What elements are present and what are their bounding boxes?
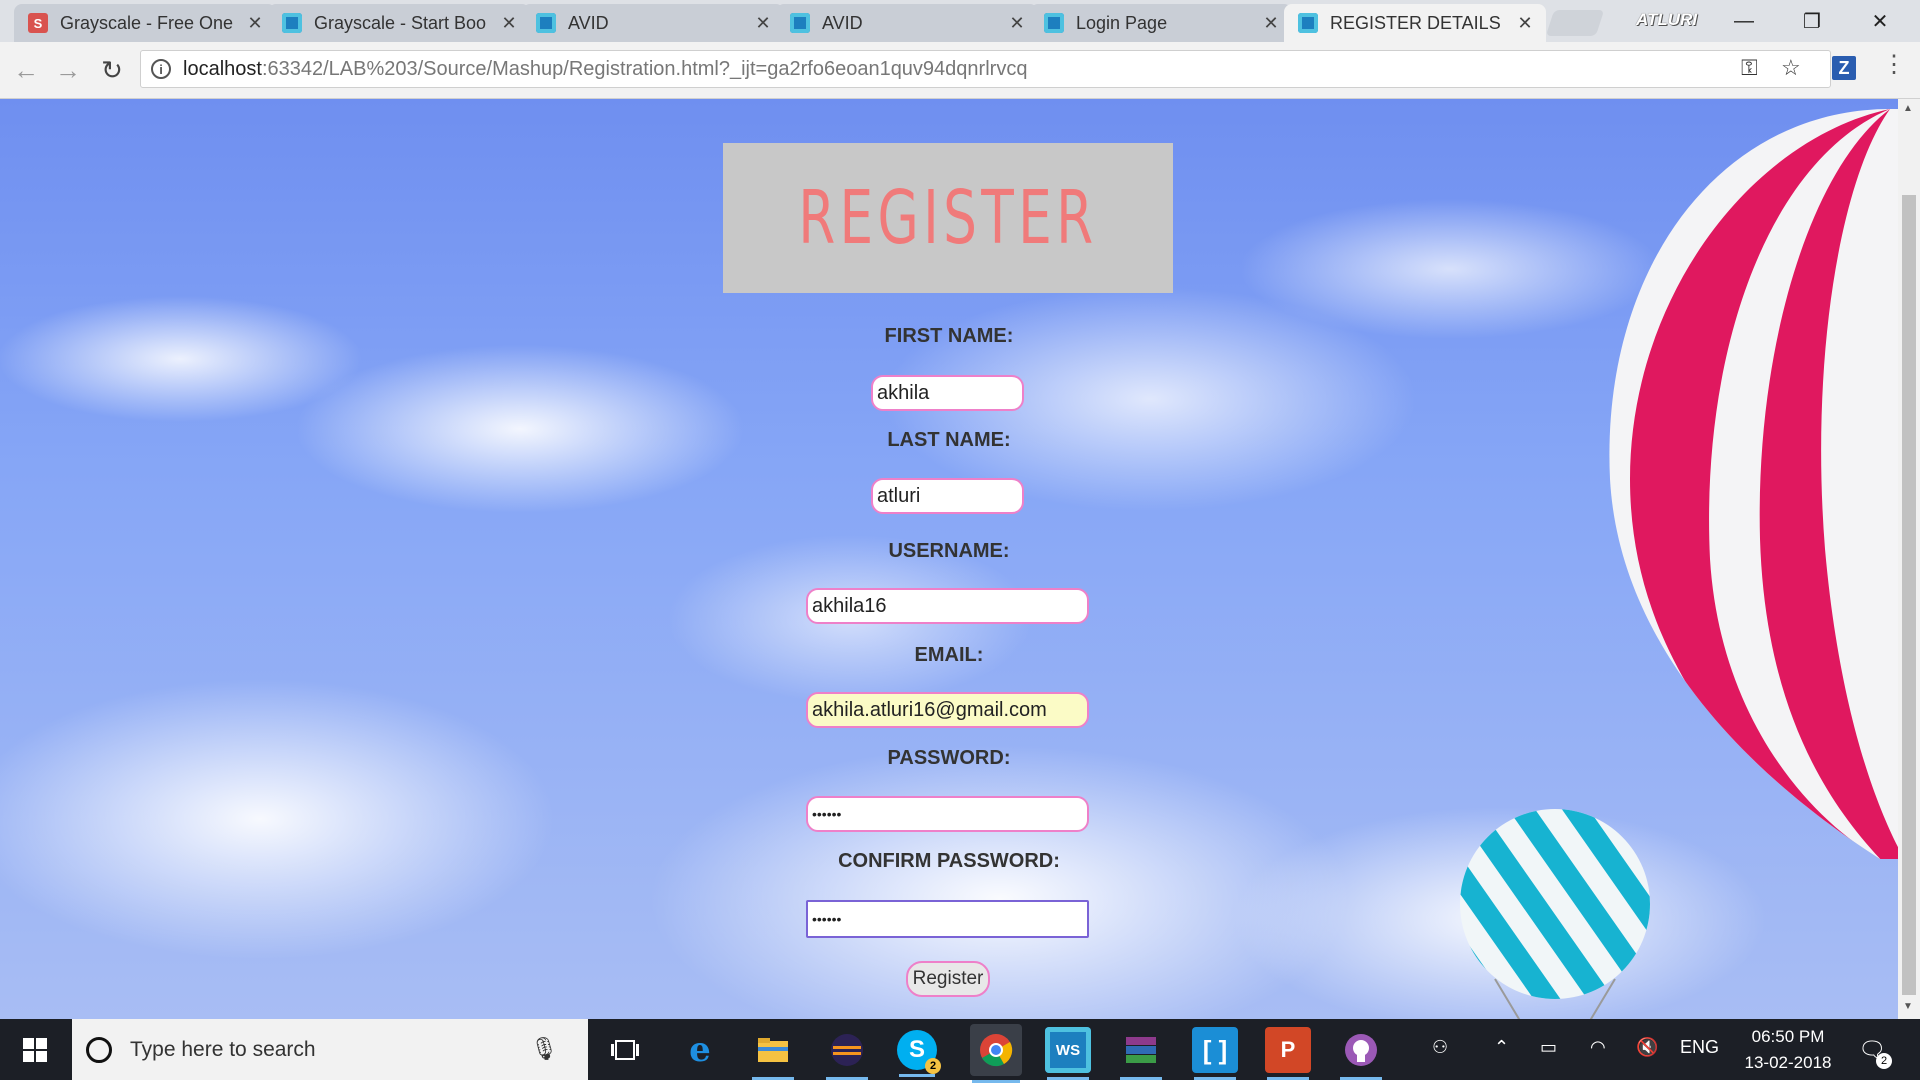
tab-login-page[interactable]: Login Page ✕ bbox=[1030, 4, 1292, 42]
password-field[interactable]: •••••• bbox=[806, 796, 1089, 832]
confirm-password-field[interactable]: •••••• bbox=[806, 900, 1089, 938]
username-field[interactable]: akhila16 bbox=[806, 588, 1089, 624]
edge-icon[interactable]: e bbox=[677, 1027, 723, 1073]
tab-avid-1[interactable]: AVID ✕ bbox=[522, 4, 784, 42]
search-placeholder: Type here to search bbox=[130, 1037, 316, 1061]
webstorm-favicon-icon bbox=[1298, 13, 1318, 33]
chrome-icon[interactable] bbox=[970, 1024, 1022, 1083]
tab-grayscale-start[interactable]: Grayscale - Start Boo ✕ bbox=[268, 4, 530, 42]
tab-title: Login Page bbox=[1076, 12, 1168, 33]
webstorm-favicon-icon bbox=[536, 13, 556, 33]
back-arrow-icon[interactable]: ← bbox=[8, 52, 44, 88]
notification-count: 2 bbox=[1876, 1053, 1892, 1069]
clock-time[interactable]: 06:50 PM bbox=[1743, 1027, 1833, 1047]
small-balloon-image bbox=[1460, 809, 1650, 1019]
clock-date[interactable]: 13-02-2018 bbox=[1738, 1053, 1838, 1073]
tab-title: Grayscale - Free One bbox=[60, 12, 234, 33]
page-title: REGISTER bbox=[798, 175, 1098, 261]
star-icon[interactable]: ☆ bbox=[1781, 55, 1801, 81]
browser-tab-strip: S Grayscale - Free One ✕ Grayscale - Sta… bbox=[0, 0, 1920, 42]
microphone-icon[interactable]: 🎙 bbox=[530, 1036, 558, 1062]
task-view-icon[interactable] bbox=[602, 1027, 648, 1073]
tab-avid-2[interactable]: AVID ✕ bbox=[776, 4, 1038, 42]
mute-volume-icon[interactable]: 🔇 bbox=[1636, 1037, 1658, 1058]
info-icon[interactable]: i bbox=[151, 59, 171, 79]
battery-icon[interactable]: ▭ bbox=[1540, 1037, 1557, 1058]
menu-dots-icon[interactable]: ⋮ bbox=[1882, 50, 1906, 79]
taskbar-search-input[interactable]: Type here to search 🎙 bbox=[72, 1019, 588, 1080]
restore-icon[interactable]: ❐ bbox=[1784, 4, 1840, 38]
close-icon[interactable]: ✕ bbox=[1260, 13, 1282, 34]
file-explorer-icon[interactable] bbox=[750, 1027, 796, 1080]
cortana-icon[interactable] bbox=[86, 1036, 112, 1063]
password-label: PASSWORD: bbox=[887, 747, 1011, 769]
last-name-label: LAST NAME: bbox=[887, 429, 1011, 451]
address-bar[interactable]: i localhost:63342/LAB%203/Source/Mashup/… bbox=[140, 50, 1831, 88]
last-name-field[interactable]: atluri bbox=[871, 478, 1024, 514]
close-window-icon[interactable]: ✕ bbox=[1852, 4, 1908, 38]
tab-title: AVID bbox=[568, 12, 609, 33]
scroll-down-icon[interactable]: ▼ bbox=[1903, 1001, 1913, 1012]
close-icon[interactable]: ✕ bbox=[752, 13, 774, 34]
key-icon[interactable]: ⚿ bbox=[1741, 55, 1758, 81]
scroll-thumb[interactable] bbox=[1902, 195, 1916, 995]
skype-icon[interactable]: S 2 bbox=[897, 1030, 941, 1077]
s-favicon-icon: S bbox=[28, 13, 48, 33]
webstorm-favicon-icon bbox=[282, 13, 302, 33]
webstorm-icon[interactable]: WS bbox=[1045, 1027, 1091, 1080]
minimize-icon[interactable]: — bbox=[1716, 4, 1772, 38]
webstorm-favicon-icon bbox=[790, 13, 810, 33]
github-icon[interactable] bbox=[1338, 1027, 1384, 1080]
confirm-password-label: CONFIRM PASSWORD: bbox=[838, 850, 1060, 872]
browser-toolbar: ← → ↻ i localhost:63342/LAB%203/Source/M… bbox=[0, 42, 1920, 99]
language-indicator[interactable]: ENG bbox=[1680, 1037, 1719, 1058]
tab-title: Grayscale - Start Boo bbox=[314, 12, 487, 33]
powerpoint-icon[interactable]: P bbox=[1265, 1027, 1311, 1080]
register-button[interactable]: Register bbox=[906, 961, 990, 997]
first-name-field[interactable]: akhila bbox=[871, 375, 1024, 411]
new-tab-button[interactable] bbox=[1545, 10, 1605, 36]
chevron-up-icon[interactable]: ⌃ bbox=[1494, 1037, 1509, 1058]
winrar-icon[interactable] bbox=[1118, 1027, 1164, 1080]
close-icon[interactable]: ✕ bbox=[1006, 13, 1028, 34]
page-scrollbar[interactable]: ▲ ▼ bbox=[1898, 99, 1920, 1019]
people-icon[interactable]: ⚇ bbox=[1432, 1037, 1448, 1058]
zotero-extension-icon[interactable]: Z bbox=[1832, 56, 1856, 80]
reload-icon[interactable]: ↻ bbox=[94, 52, 130, 88]
tab-grayscale-free[interactable]: S Grayscale - Free One ✕ bbox=[14, 4, 276, 42]
url-path: :63342/LAB%203/Source/Mashup/Registratio… bbox=[261, 57, 1028, 80]
windows-start-icon[interactable] bbox=[0, 1019, 70, 1080]
username-label: USERNAME: bbox=[888, 540, 1010, 562]
first-name-label: FIRST NAME: bbox=[884, 325, 1014, 347]
tab-register-details[interactable]: REGISTER DETAILS ✕ bbox=[1284, 4, 1546, 42]
close-icon[interactable]: ✕ bbox=[1514, 13, 1536, 34]
webstorm-favicon-icon bbox=[1044, 13, 1064, 33]
tab-title: AVID bbox=[822, 12, 863, 33]
email-label: EMAIL: bbox=[914, 644, 984, 666]
wifi-icon[interactable]: ◠ bbox=[1590, 1037, 1606, 1058]
page-viewport: REGISTER FIRST NAME: akhila LAST NAME: a… bbox=[0, 99, 1898, 1019]
skype-badge: 2 bbox=[925, 1058, 941, 1074]
forward-arrow-icon[interactable]: → bbox=[50, 52, 86, 88]
tab-title: REGISTER DETAILS bbox=[1330, 12, 1501, 33]
brackets-icon[interactable]: [ ] bbox=[1192, 1027, 1238, 1080]
register-banner: REGISTER bbox=[723, 143, 1173, 293]
eclipse-icon[interactable] bbox=[824, 1027, 870, 1080]
scroll-up-icon[interactable]: ▲ bbox=[1903, 103, 1913, 114]
url-host: localhost bbox=[183, 57, 262, 80]
email-field[interactable]: akhila.atluri16@gmail.com bbox=[806, 692, 1089, 728]
close-icon[interactable]: ✕ bbox=[498, 13, 520, 34]
windows-taskbar: Type here to search 🎙 e S 2 WS [ ] P ⚇ ⌃… bbox=[0, 1019, 1920, 1083]
profile-name[interactable]: ATLURI bbox=[1636, 10, 1697, 30]
close-icon[interactable]: ✕ bbox=[244, 13, 266, 34]
